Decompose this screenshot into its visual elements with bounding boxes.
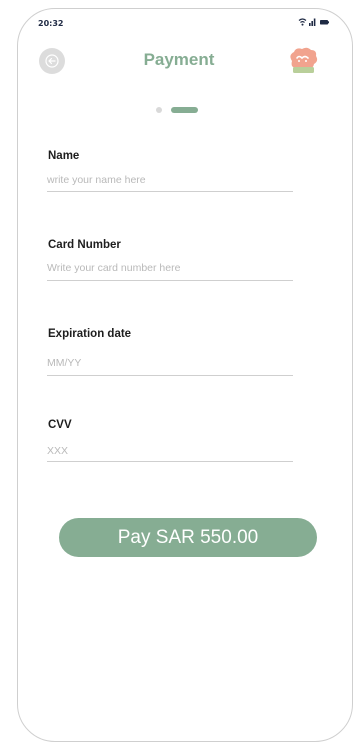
expiration-date-input[interactable] [47,354,293,372]
back-button[interactable] [39,48,65,74]
back-arrow-icon [45,54,59,68]
cvv-underline [47,461,293,462]
status-icons [298,18,329,26]
card-number-underline [47,280,293,281]
wifi-icon [298,18,307,26]
name-input[interactable] [47,171,293,189]
expiration-date-label: Expiration date [48,328,132,340]
name-label: Name [48,150,80,162]
card-number-label: Card Number [48,239,121,251]
brand-logo [290,47,318,73]
step-indicator-1 [156,107,162,113]
step-indicator-2-active [171,107,198,113]
page-title: Payment [143,50,215,69]
card-number-input[interactable] [47,259,293,277]
cvv-label: CVV [48,419,72,431]
battery-icon [320,20,329,25]
name-underline [47,191,293,192]
cvv-input[interactable] [47,442,293,460]
status-time: 20:32 [38,19,64,28]
expiration-date-underline [47,375,293,376]
signal-icon [309,18,316,26]
pay-button[interactable]: Pay SAR 550.00 [59,518,317,557]
